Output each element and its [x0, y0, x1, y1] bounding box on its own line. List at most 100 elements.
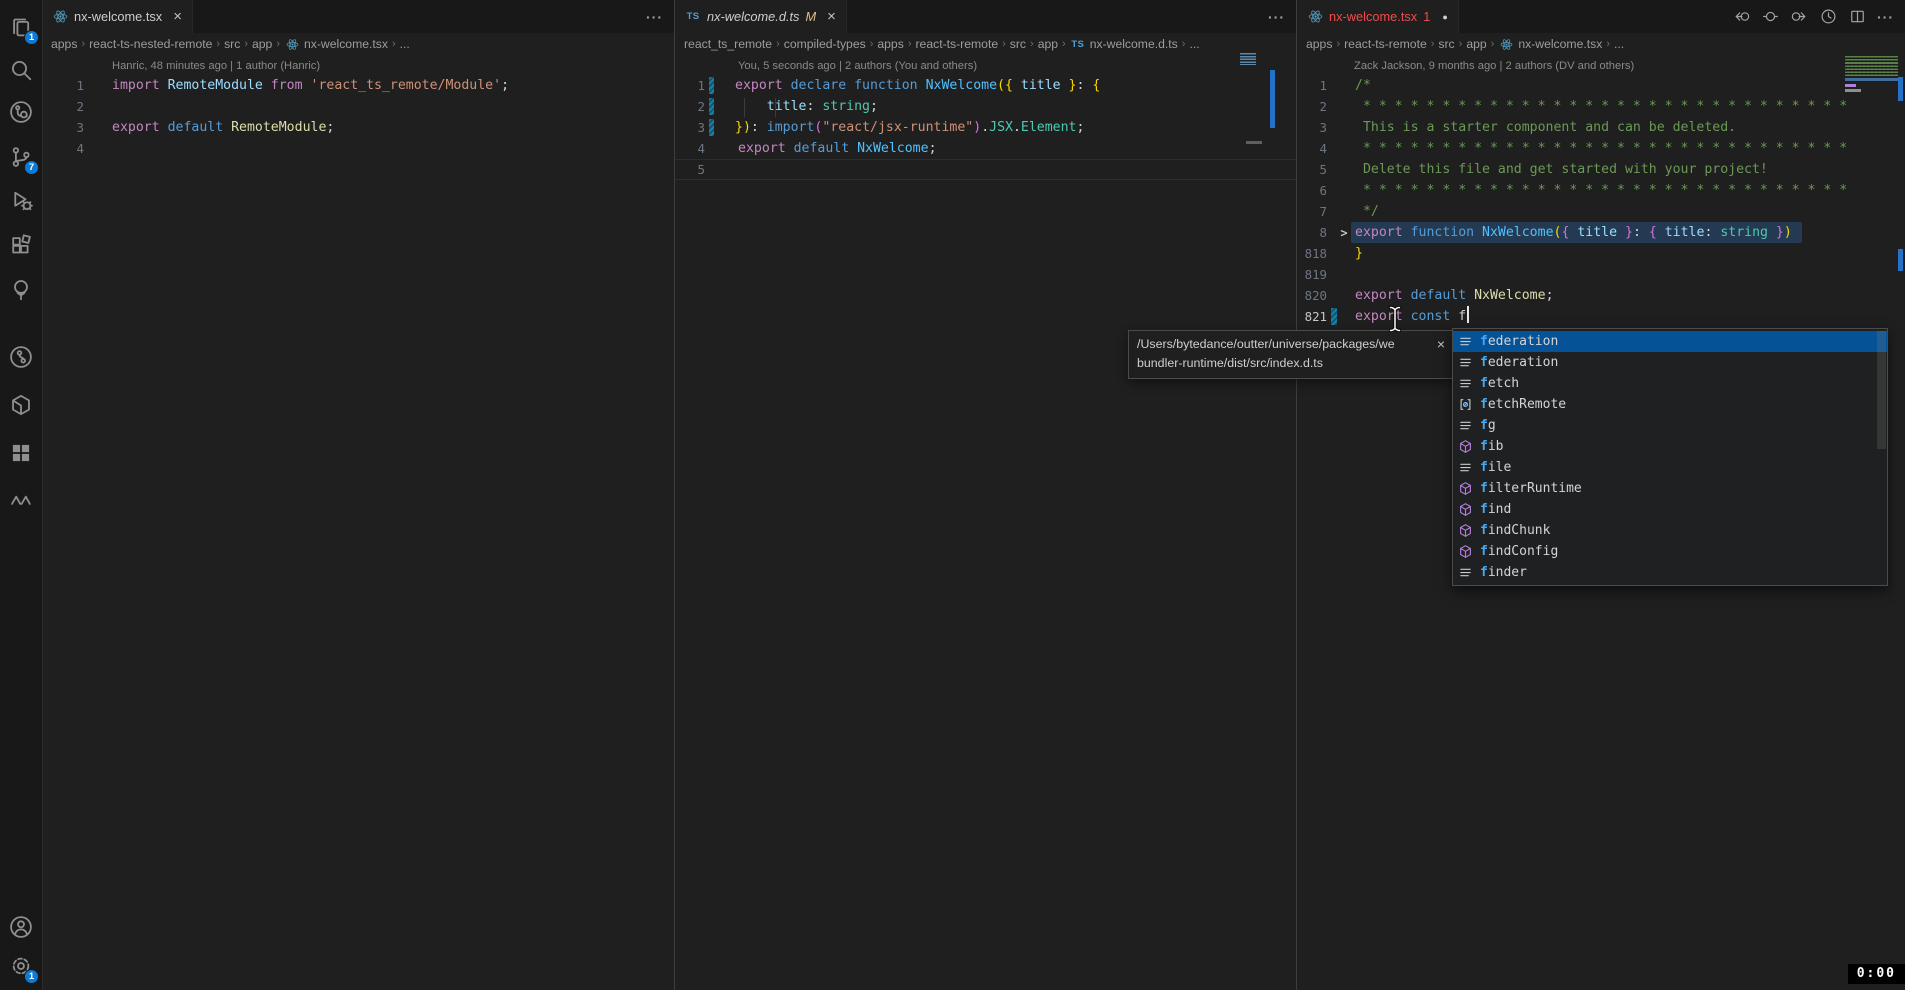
code-text[interactable]: */	[1351, 201, 1379, 222]
code-text[interactable]: export const f	[1351, 306, 1469, 327]
settings-icon[interactable]: 1	[0, 952, 42, 980]
code-text[interactable]: export default NxWelcome;	[717, 138, 937, 159]
more-actions-icon[interactable]: ···	[646, 9, 663, 25]
code-text[interactable]: * * * * * * * * * * * * * * * * * * * * …	[1351, 180, 1847, 201]
tab-dirty-dot-icon[interactable]: ●	[1442, 12, 1447, 22]
commit-graph-extension-icon[interactable]	[0, 343, 42, 371]
breadcrumb-item[interactable]: nx-welcome.tsx	[1498, 36, 1602, 52]
code-line[interactable]: 1/*	[1297, 75, 1905, 96]
code-text[interactable]: export function NxWelcome({ title }: { t…	[1351, 222, 1802, 243]
split-editor-icon[interactable]	[1848, 8, 1866, 26]
codelens[interactable]: Zack Jackson, 9 months ago | 2 authors (…	[1354, 57, 1905, 75]
code-line[interactable]: 6 * * * * * * * * * * * * * * * * * * * …	[1297, 180, 1905, 201]
code-line[interactable]: 819	[1297, 264, 1905, 285]
breadcrumb-item[interactable]: TSnx-welcome.d.ts	[1070, 36, 1178, 52]
nav-back-icon[interactable]	[1732, 8, 1750, 26]
tab-close-icon[interactable]: ×	[827, 9, 836, 24]
tab-nx-welcome.d.ts[interactable]: TSnx-welcome.d.tsM×	[675, 0, 847, 33]
breadcrumb-item[interactable]: src	[1438, 37, 1454, 51]
code-text[interactable]: export declare function NxWelcome({ titl…	[714, 75, 1100, 96]
suggestion-item[interactable]: fib	[1453, 436, 1887, 457]
search-icon[interactable]	[0, 56, 42, 84]
editor-content[interactable]: Zack Jackson, 9 months ago | 2 authors (…	[1297, 57, 1905, 327]
breadcrumb-item[interactable]: src	[1010, 37, 1026, 51]
tab-nx-welcome.tsx[interactable]: nx-welcome.tsx×	[42, 0, 193, 33]
breadcrumb-item[interactable]: apps	[51, 37, 77, 51]
breadcrumb-item[interactable]: app	[1038, 37, 1058, 51]
breadcrumb-item[interactable]: react-ts-remote	[1344, 37, 1427, 51]
code-line[interactable]: 7 */	[1297, 201, 1905, 222]
suggestion-item[interactable]: federation	[1453, 352, 1887, 373]
code-line[interactable]: 4export default NxWelcome;	[675, 138, 1296, 159]
code-text[interactable]: /*	[1351, 75, 1371, 96]
code-line[interactable]: 4	[42, 138, 674, 159]
hexagon-extension-icon[interactable]	[0, 391, 42, 419]
suggestion-item[interactable]: fetchRemote	[1453, 394, 1887, 415]
extensions-icon[interactable]	[0, 231, 42, 259]
details-close-icon[interactable]: ×	[1437, 335, 1445, 354]
code-line[interactable]: 2 * * * * * * * * * * * * * * * * * * * …	[1297, 96, 1905, 117]
breadcrumb-item[interactable]: ...	[400, 37, 410, 51]
code-text[interactable]: This is a starter component and can be d…	[1351, 117, 1736, 138]
suggestion-item[interactable]: filterRuntime	[1453, 478, 1887, 499]
nav-circle-icon[interactable]	[1761, 8, 1779, 26]
run-debug-icon[interactable]	[0, 186, 42, 214]
suggestion-item[interactable]: fg	[1453, 415, 1887, 436]
tree-extension-icon[interactable]	[0, 276, 42, 304]
codelens[interactable]: Hanric, 48 minutes ago | 1 author (Hanri…	[112, 57, 674, 75]
code-line[interactable]: 1export declare function NxWelcome({ tit…	[675, 75, 1296, 96]
code-line[interactable]: 3}): import("react/jsx-runtime").JSX.Ele…	[675, 117, 1296, 138]
tab-nx-welcome.tsx[interactable]: nx-welcome.tsx1●	[1297, 0, 1459, 33]
code-text[interactable]: * * * * * * * * * * * * * * * * * * * * …	[1351, 96, 1847, 117]
more-actions-icon[interactable]: ···	[1877, 9, 1894, 25]
breadcrumb-item[interactable]: compiled-types	[784, 37, 866, 51]
suggestion-item[interactable]: find	[1453, 499, 1887, 520]
editor-content[interactable]: Hanric, 48 minutes ago | 1 author (Hanri…	[42, 57, 674, 159]
account-icon[interactable]	[0, 913, 42, 941]
breadcrumb-item[interactable]: app	[252, 37, 272, 51]
code-line[interactable]: 5	[675, 159, 1296, 180]
suggestion-item[interactable]: federation	[1453, 331, 1887, 352]
breadcrumb-item[interactable]: ...	[1614, 37, 1624, 51]
code-text[interactable]: export default RemoteModule;	[96, 117, 334, 138]
waves-extension-icon[interactable]	[0, 486, 42, 514]
code-line[interactable]: 3export default RemoteModule;	[42, 117, 674, 138]
code-text[interactable]: * * * * * * * * * * * * * * * * * * * * …	[1351, 138, 1847, 159]
code-line[interactable]: 818}	[1297, 243, 1905, 264]
more-actions-icon[interactable]: ···	[1268, 9, 1285, 25]
source-control-icon[interactable]: 7	[0, 143, 42, 171]
code-line[interactable]: 3 This is a starter component and can be…	[1297, 117, 1905, 138]
code-text[interactable]: Delete this file and get started with yo…	[1351, 159, 1768, 180]
code-text[interactable]: export default NxWelcome;	[1351, 285, 1554, 306]
code-text[interactable]: title: string;	[714, 96, 878, 117]
grid-extension-icon[interactable]	[0, 439, 42, 467]
code-line[interactable]: 8>export function NxWelcome({ title }: {…	[1297, 222, 1905, 243]
breadcrumb-item[interactable]: src	[224, 37, 240, 51]
breadcrumb-item[interactable]: app	[1466, 37, 1486, 51]
code-line[interactable]: 1import RemoteModule from 'react_ts_remo…	[42, 75, 674, 96]
fold-chevron-icon[interactable]: >	[1337, 226, 1351, 240]
breadcrumb-item[interactable]: nx-welcome.tsx	[284, 36, 388, 52]
git-graph-icon[interactable]	[0, 98, 42, 126]
code-line[interactable]: 5 Delete this file and get started with …	[1297, 159, 1905, 180]
history-icon[interactable]	[1819, 8, 1837, 26]
code-text[interactable]: }): import("react/jsx-runtime").JSX.Elem…	[714, 117, 1084, 138]
breadcrumb-item[interactable]: apps	[877, 37, 903, 51]
breadcrumb-item[interactable]: ...	[1189, 37, 1199, 51]
code-text[interactable]: }	[1351, 243, 1363, 264]
nav-forward-icon[interactable]	[1790, 8, 1808, 26]
breadcrumb-item[interactable]: react-ts-nested-remote	[89, 37, 212, 51]
minimap-middle[interactable]	[1240, 53, 1256, 65]
code-line[interactable]: 2 title: string;	[675, 96, 1296, 117]
suggestion-item[interactable]: fetch	[1453, 373, 1887, 394]
suggestion-item[interactable]: finder	[1453, 562, 1887, 583]
code-line[interactable]: 821export const f	[1297, 306, 1905, 327]
suggestion-item[interactable]: findConfig	[1453, 541, 1887, 562]
suggest-scrollbar[interactable]	[1877, 331, 1886, 449]
breadcrumb-item[interactable]: react_ts_remote	[684, 37, 772, 51]
minimap-right[interactable]	[1845, 56, 1898, 76]
code-line[interactable]: 2	[42, 96, 674, 117]
breadcrumb-item[interactable]: apps	[1306, 37, 1332, 51]
breadcrumb-item[interactable]: react-ts-remote	[915, 37, 998, 51]
suggestion-item[interactable]: findChunk	[1453, 520, 1887, 541]
